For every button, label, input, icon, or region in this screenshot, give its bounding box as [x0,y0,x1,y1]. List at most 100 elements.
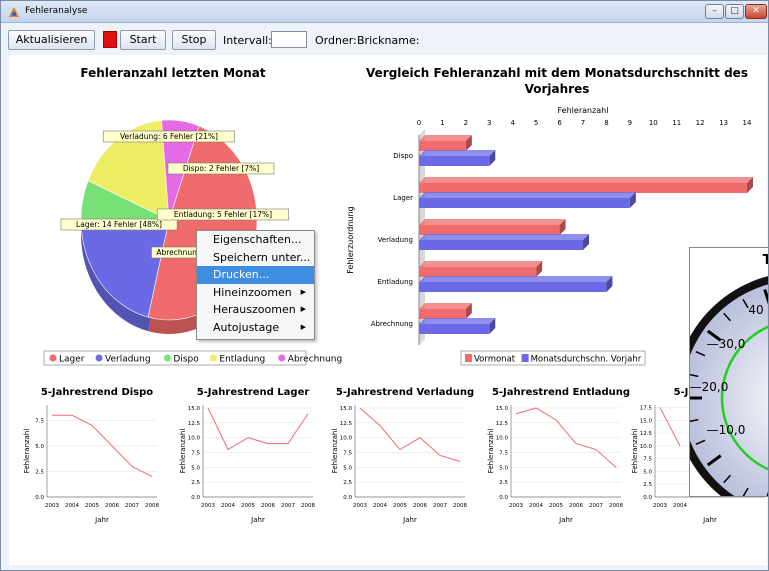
trend-y-tick: 15.0 [340,406,353,412]
bar-category-label: Dispo [393,152,413,160]
bar-legend-item: Vormonat [474,355,516,365]
pie-legend-item: Verladung [105,355,151,365]
trend-x-tick: 2006 [413,503,427,509]
trend-x-axis-label: Jahr [402,516,417,524]
trend-x-tick: 2007 [281,503,295,509]
pie-label: Entladung: 5 Fehler [17%] [174,210,272,219]
menu-item-autojustage[interactable]: Autojustage ▶ [197,319,314,337]
bar-top-face [419,276,613,282]
context-menu: Eigenschaften... Speichern unter... Drucke… [196,230,315,340]
minimize-button[interactable]: – [705,4,724,19]
menu-item-eigenschaften[interactable]: Eigenschaften... [197,231,314,249]
bar-top-face [419,135,472,141]
trend-y-tick: 2.5 [343,480,352,486]
bar-category-label: Abrechnung [371,320,413,328]
bar-x-tick: 14 [743,119,752,127]
interval-input[interactable] [271,31,307,48]
trend-x-tick: 2004 [529,503,543,509]
menu-item-drucken[interactable]: Drucken... [197,266,314,284]
trend-y-tick: 0.0 [643,495,652,501]
submenu-arrow-icon: ▶ [300,322,306,331]
trend-x-tick: 2008 [145,503,159,509]
bar-x-tick: 13 [719,119,728,127]
trend-x-tick: 2006 [569,503,583,509]
pie-label: Lager: 14 Fehler [48%] [76,220,162,229]
bar-y-axis-label: Fehlerzuordnung [346,206,355,273]
app-icon [9,7,19,17]
trend-x-tick: 2003 [653,503,667,509]
pie-legend-marker [209,354,217,362]
trend-chart-title: 5-Jahrestrend Dispo [41,387,153,398]
trend-y-tick: 15.0 [640,418,653,424]
trend-y-axis-label: Fehleranzahl [331,429,339,474]
bar-chart-title-line1: Vergleich Fehleranzahl mit dem Monatsdur… [366,66,748,80]
trend-y-tick: 5.0 [499,465,508,471]
maximize-button[interactable]: □ [725,4,744,19]
submenu-arrow-icon: ▶ [300,305,306,313]
menu-item-herauszoomen[interactable]: Herauszoomen ▶ [197,301,314,319]
trend-y-axis-label: Fehleranzahl [631,429,639,474]
trend-chart-4: 5-Jahrestrend Entladung 0.0 2.5 5.0 7.5 10.0 1… [487,387,630,524]
bar-x-tick: 8 [604,119,608,127]
close-button[interactable]: ✕ [745,4,767,19]
bar-top-face [419,219,566,225]
bar-top-face [419,192,636,198]
trend-x-tick: 2007 [125,503,139,509]
menu-item-speichernunter[interactable]: Speichern unter... [197,249,314,267]
trend-y-tick: 5.0 [643,469,652,475]
trend-chart-3: 5-Jahrestrend Verladung 0.0 2.5 5.0 7.5 10.0 1… [331,387,474,524]
bar-chart-title-line2: Vorjahres [525,82,590,96]
trend-chart-title: 5-Jahrestrend Verladung [336,387,474,398]
trend-x-tick: 2005 [393,503,407,509]
charts-canvas: Fehleranzahl letzten Monat Lager: 14 Fehl… [23,66,765,524]
menu-item-hineinzoomen[interactable]: Hineinzoomen ▶ [197,284,314,302]
trend-y-tick: 7.5 [499,450,508,456]
refresh-button[interactable]: Aktualisieren [8,30,95,50]
trend-y-tick: 2.5 [191,480,200,486]
bar-monatsdurchschn.-lager [419,198,630,208]
bar-x-tick: 1 [440,119,444,127]
bar-x-tick: 9 [628,119,632,127]
bar-legend-marker [465,354,472,362]
trend-x-tick: 2005 [85,503,99,509]
start-button[interactable]: Start [120,30,166,50]
bar-top-face [419,303,472,309]
gauge-title: T [763,253,769,268]
trend-y-tick: 7.5 [191,450,200,456]
bar-legend-item: Monatsdurchschn. Vorjahr [531,355,642,365]
pie-legend-marker [95,354,103,362]
bar-category-label: Entladung [377,278,413,286]
stop-button[interactable]: Stop [172,30,216,50]
gauge-scale-label: —20,0 [690,380,728,394]
trend-y-tick: 7.5 [35,418,44,424]
trend-chart-title: 5-Jahrestrend Lager [197,387,310,398]
bar-x-tick: 10 [649,119,658,127]
menu-item-label: Herauszoomen [213,303,296,316]
trend-y-tick: 10.0 [340,436,353,442]
menu-item-label: Speichern unter... [213,250,311,264]
pie-legend-marker [278,354,286,362]
pie-label: Verladung: 6 Fehler [21%] [120,132,218,141]
menu-item-label: Autojustage [213,320,280,334]
trend-x-axis-label: Jahr [94,516,109,524]
bar-vormonat-verladung [419,225,560,235]
trend-x-tick: 2008 [453,503,467,509]
trend-y-tick: 10.0 [188,436,201,442]
window-title: Fehleranalyse [25,6,88,16]
interval-label: Intervall: [223,34,272,47]
bar-category-label: Verladung [378,236,413,244]
trend-x-tick: 2005 [549,503,563,509]
trend-x-tick: 2003 [45,503,59,509]
submenu-arrow-icon: ▶ [300,287,306,296]
bar-x-tick: 5 [534,119,538,127]
title-bar[interactable]: Fehleranalyse – □ ✕ [1,1,768,23]
gauge-panel: T —10,0 —20,0 —30,0 40 [689,247,769,497]
pie-legend-item: Lager [59,355,85,365]
trend-y-tick: 12.5 [188,421,201,427]
trend-x-axis-label: Jahr [250,516,265,524]
menu-item-label: Drucken... [213,268,270,281]
trend-x-tick: 2003 [509,503,523,509]
trend-x-tick: 2006 [261,503,275,509]
bar-monatsdurchschn.-verladung [419,240,583,250]
trend-y-axis-label: Fehleranzahl [487,429,495,474]
